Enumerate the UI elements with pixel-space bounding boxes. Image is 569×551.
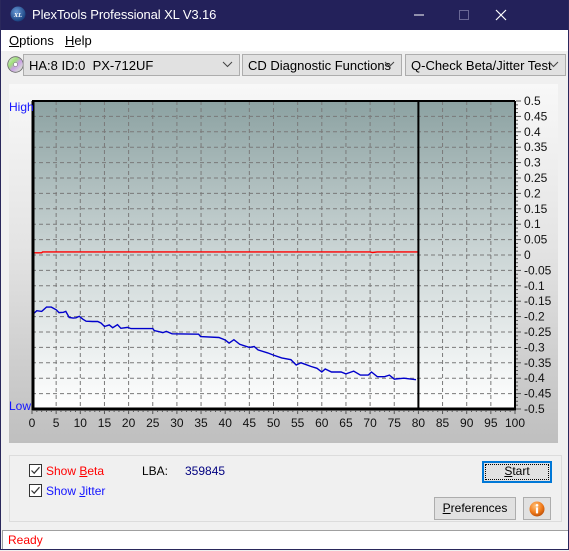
preferences-post: references [450,501,508,515]
high-label: High [9,100,34,114]
close-button[interactable] [479,0,523,30]
drive-select[interactable]: HA:8 ID:0 PX-712UF [23,54,240,76]
x-tick-label: 35 [194,416,208,430]
cd-drive-icon[interactable] [7,56,24,73]
show-beta-pre: Show [46,464,80,478]
menu-help[interactable]: Help [65,33,92,48]
preferences-button[interactable]: Preferences [434,497,516,520]
xl-logo-icon: XL [10,6,26,22]
status-text: Ready [8,533,43,547]
low-label: Low [9,399,32,413]
y-tick-label: -0.15 [524,294,552,308]
show-beta-post: eta [87,464,105,478]
y-tick-label: -0.2 [524,310,545,324]
y-tick-label: 0.5 [524,94,541,108]
menu-options-accelerator: O [9,33,20,48]
controls-group: Show Beta Show Jitter LBA: 359845 Start … [9,455,562,522]
chevron-down-icon [222,61,233,68]
y-tick-label: -0.25 [524,325,552,339]
y-tick-label: -0.45 [524,387,552,401]
show-jitter-label[interactable]: Show Jitter [46,484,105,498]
status-bar: Ready [2,530,568,549]
x-tick-label: 80 [412,416,426,430]
y-tick-label: 0.45 [524,109,548,123]
y-tick-label: 0.05 [524,233,548,247]
show-jitter-pre: Show [46,484,80,498]
test-select[interactable]: Q-Check Beta/Jitter Test [405,54,566,76]
window-title: PlexTools Professional XL V3.16 [32,7,217,22]
close-icon [495,9,507,21]
menu-help-accelerator: H [65,33,75,48]
x-tick-label: 15 [98,416,112,430]
minimize-icon [414,14,424,16]
svg-text:XL: XL [13,12,22,19]
start-button[interactable]: Start [482,461,552,483]
focus-rect [485,464,549,480]
x-tick-label: 55 [291,416,305,430]
x-tick-label: 90 [460,416,474,430]
x-tick-label: 85 [436,416,450,430]
y-tick-label: 0.1 [524,217,541,231]
x-tick-label: 40 [219,416,233,430]
function-select-value: CD Diagnostic Functions [248,58,392,73]
minimize-button[interactable] [397,0,441,30]
title-bar[interactable]: XL PlexTools Professional XL V3.16 [1,0,568,30]
y-tick-label: 0.35 [524,140,548,154]
x-tick-label: 75 [388,416,402,430]
y-tick-label: 0.3 [524,156,541,170]
app-window: XL PlexTools Professional XL V3.16 Optio… [0,0,569,550]
show-jitter-checkbox[interactable] [29,484,42,497]
show-jitter-post: itter [85,484,106,498]
x-tick-label: 100 [505,416,525,430]
y-tick-label: -0.5 [524,402,545,416]
beta-jitter-chart: 0 5 10 15 20 25 30 35 40 45 50 55 60 65 70 75 80 85 90 95 10… [29,94,552,430]
y-tick-label: 0 [524,248,531,262]
checkmark-icon [31,466,40,475]
x-tick-label: 5 [53,416,60,430]
y-tick-label: 0.15 [524,202,548,216]
chevron-down-icon [548,61,559,68]
show-beta-label[interactable]: Show Beta [46,464,104,478]
y-tick-label: -0.4 [524,371,545,385]
x-tick-label: 50 [267,416,281,430]
lba-value: 359845 [185,464,226,478]
menu-options[interactable]: Options [9,33,54,48]
y-tick-label: 0.2 [524,186,541,200]
x-tick-label: 10 [74,416,88,430]
x-tick-label: 65 [339,416,353,430]
x-tick-label: 30 [170,416,184,430]
toolbar: HA:8 ID:0 PX-712UF CD Diagnostic Functio… [1,51,568,79]
y-tick-label: 0.4 [524,125,541,139]
show-beta-checkbox[interactable] [29,464,42,477]
x-tick-label: 70 [363,416,377,430]
drive-select-value: HA:8 ID:0 PX-712UF [29,58,154,73]
x-tick-label: 60 [315,416,329,430]
menu-options-post: ptions [19,33,54,48]
y-tick-label: -0.3 [524,340,545,354]
x-tick-label: 20 [122,416,136,430]
y-tick-label: -0.1 [524,279,545,293]
function-select[interactable]: CD Diagnostic Functions [242,54,402,76]
info-icon [529,501,545,517]
y-tick-label: -0.35 [524,356,552,370]
menu-bar: Options Help [1,30,568,51]
x-tick-label: 25 [146,416,160,430]
y-tick-label: 0.25 [524,171,548,185]
lba-label: LBA: [142,464,169,478]
x-tick-label: 0 [29,416,36,430]
y-tick-label: -0.05 [524,263,552,277]
x-tick-label: 95 [484,416,498,430]
chart-panel: 0 5 10 15 20 25 30 35 40 45 50 55 60 65 70 75 80 85 90 95 10… [9,84,558,443]
test-select-value: Q-Check Beta/Jitter Test [411,58,552,73]
info-button[interactable] [523,497,551,520]
checkmark-icon [31,486,40,495]
x-tick-label: 45 [243,416,257,430]
preferences-accelerator: P [442,501,451,515]
menu-help-post: elp [74,33,92,48]
chevron-down-icon [384,61,395,68]
